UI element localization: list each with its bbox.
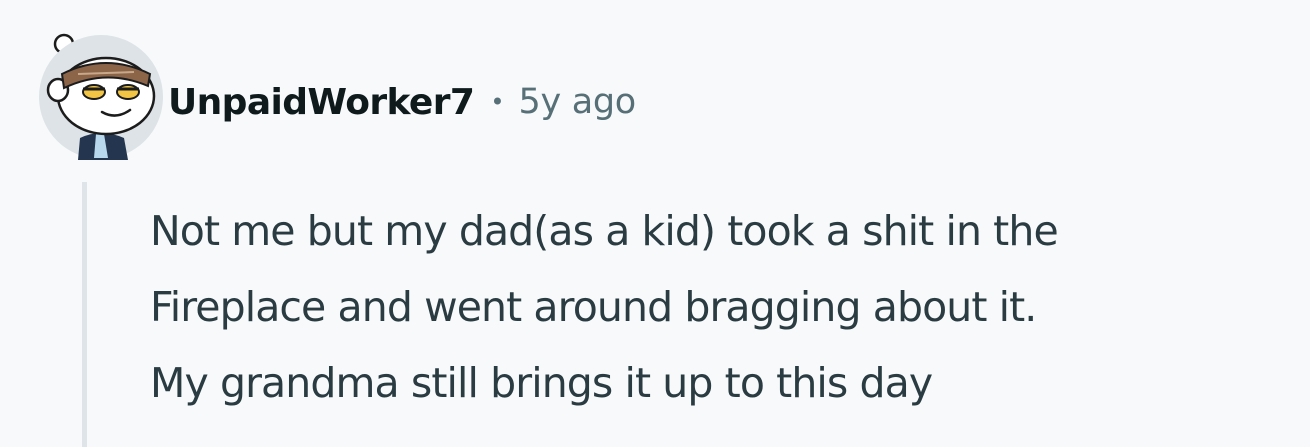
meta-separator: •: [490, 88, 505, 116]
avatar[interactable]: [38, 30, 164, 160]
comment-line: My grandma still brings it up to this da…: [150, 359, 933, 407]
thread-line[interactable]: [82, 182, 87, 447]
comment-timestamp[interactable]: 5y ago: [519, 82, 637, 122]
comment-header: UnpaidWorker7 • 5y ago: [168, 74, 636, 130]
reddit-snoo-avatar-icon: [39, 33, 163, 160]
comment-body: Not me but my dad(as a kid) took a shit …: [150, 193, 1300, 421]
comment: UnpaidWorker7 • 5y ago Not me but my dad…: [0, 0, 1310, 447]
comment-line: Fireplace and went around bragging about…: [150, 283, 1037, 331]
comment-line: Not me but my dad(as a kid) took a shit …: [150, 207, 1059, 255]
author-username[interactable]: UnpaidWorker7: [168, 82, 475, 123]
